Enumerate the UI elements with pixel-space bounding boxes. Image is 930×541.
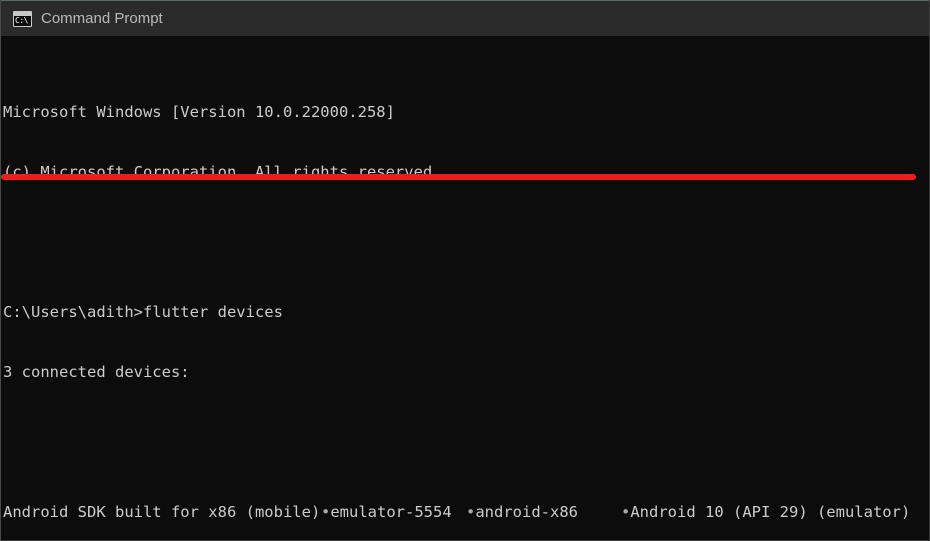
terminal-output[interactable]: Microsoft Windows [Version 10.0.22000.25… (1, 36, 929, 540)
icon-prompt-glyph: C:\ (15, 15, 28, 25)
window-title: Command Prompt (41, 9, 163, 27)
device-name: Android SDK built for x86 (mobile) (3, 503, 321, 521)
window-tab-command-prompt[interactable]: C:\ Command Prompt (13, 1, 163, 36)
device-platform: android-x86 (475, 503, 578, 521)
command-line: C:\Users\adith>flutter devices (3, 303, 283, 321)
connected-devices-summary: 3 connected devices: (3, 363, 190, 381)
banner-line-2: (c) Microsoft Corporation. All rights re… (3, 163, 442, 181)
bullet-icon: • (621, 503, 631, 521)
banner-line-1: Microsoft Windows [Version 10.0.22000.25… (3, 103, 395, 121)
command-prompt-window: C:\ Command Prompt Microsoft Windows [Ve… (0, 0, 930, 541)
device-row-android: Android SDK built for x86 (mobile) • emu… (3, 502, 929, 522)
command-prompt-icon: C:\ (13, 10, 32, 27)
title-bar[interactable]: C:\ Command Prompt (1, 0, 929, 36)
bullet-icon: • (321, 503, 331, 521)
device-id: emulator-5554 (330, 503, 452, 521)
device-version: Android 10 (API 29) (emulator) (630, 503, 911, 521)
bullet-icon: • (466, 503, 476, 521)
